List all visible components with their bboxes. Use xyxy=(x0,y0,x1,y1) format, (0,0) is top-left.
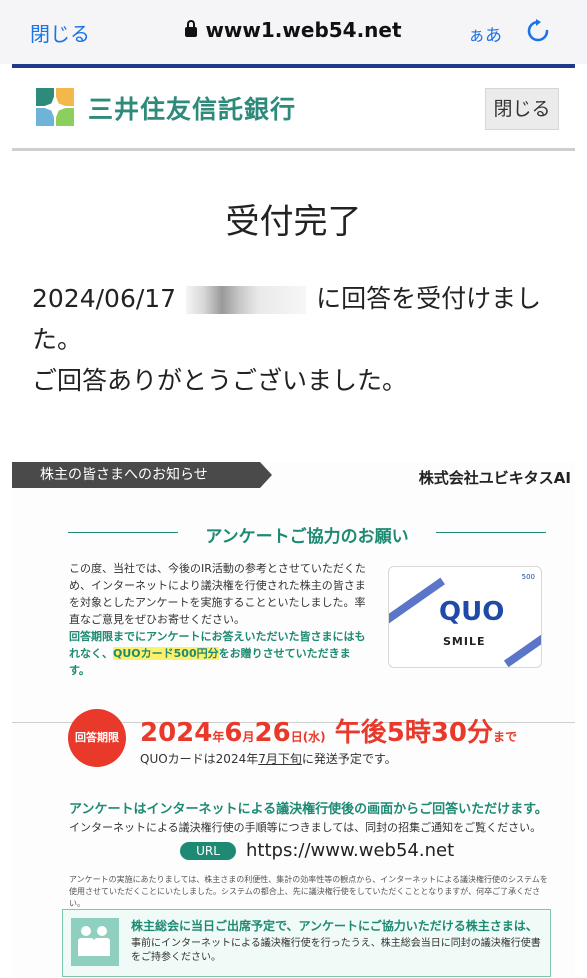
notice-body: この度、当社では、今後のIR活動の参考とさせていただくため、インターネットにより… xyxy=(69,560,369,679)
body-text: この度、当社では、今後のIR活動の参考とさせていただくため、インターネットにより… xyxy=(69,562,366,626)
deadline-month: 6 xyxy=(224,718,243,748)
divider xyxy=(12,148,575,151)
quo-corner-label: 500 xyxy=(521,573,535,581)
shipping-note: QUOカードは2024年7月下旬に発送予定です。 xyxy=(140,750,397,767)
month-suffix: 月 xyxy=(242,730,255,744)
thanks-text: ご回答ありがとうございました。 xyxy=(32,366,408,395)
reload-icon[interactable] xyxy=(525,18,551,44)
redacted-area xyxy=(186,286,307,314)
day-suffix: 日(水) xyxy=(290,730,326,744)
quo-smile-text: SMILE xyxy=(443,635,486,648)
quo-logo: QUO xyxy=(439,597,505,627)
ship-text-2: に発送予定です。 xyxy=(301,752,397,766)
ribbon-icon xyxy=(389,577,445,625)
bank-name: 三井住友信託銀行 xyxy=(88,95,297,124)
deadline-badge: 回答期限 xyxy=(68,709,126,767)
quo-highlight: QUOカード500円分 xyxy=(113,647,219,660)
internet-title: アンケートはインターネットによる議決権行使後の画面からご回答いただけます。 xyxy=(69,802,548,817)
close-button[interactable]: 閉じる xyxy=(485,88,559,130)
bank-header: 三井住友信託銀行 閉じる xyxy=(12,68,575,148)
message-date: 2024/06/17 xyxy=(32,284,177,313)
ship-month: 7月下旬 xyxy=(258,752,302,766)
people-icon xyxy=(71,918,119,966)
url-row: URL https://www.web54.net xyxy=(180,840,454,861)
url-badge: URL xyxy=(180,841,236,860)
text-size-button[interactable]: ぁあ xyxy=(468,21,502,46)
lock-icon xyxy=(185,20,198,37)
internet-sub: インターネットによる議決権行使の手順等につきましては、同封の招集ご通知をご覧くだ… xyxy=(69,821,542,834)
notice-tag: 株主の皆さまへのお知らせ xyxy=(12,462,272,488)
deadline-day: 26 xyxy=(254,718,291,748)
ship-text: QUOカードは2024年 xyxy=(140,752,259,766)
deadline-date: 2024年6月26日(水) 午後5時30分まで xyxy=(140,712,517,749)
completion-message: 2024/06/17 に回答を受付けました。 ご回答ありがとうございました。 xyxy=(32,278,552,401)
fine-print: アンケートの実施にあたりましては、株主さまの利便性、集計の効率性等の観点から、イ… xyxy=(69,875,548,908)
page-title: 受付完了 xyxy=(225,202,362,242)
ribbon-icon xyxy=(503,614,541,667)
attendance-box: 株主総会に当日ご出席予定で、アンケートにご協力いただける株主さまは、 事前にイン… xyxy=(62,909,551,977)
browser-toolbar: 閉じる www1.web54.net ぁあ xyxy=(0,0,587,64)
survey-url: https://www.web54.net xyxy=(246,840,455,861)
year-suffix: 年 xyxy=(212,730,225,744)
deadline-year: 2024 xyxy=(140,718,213,748)
survey-notice: 株主の皆さまへのお知らせ 株式会社ユビキタスAI アンケートご協力のお願い この… xyxy=(12,462,575,978)
box-body: 事前にインターネットによる議決権行使を行ったうえ、株主総会当日に同封の議決権行使… xyxy=(131,938,541,963)
bank-logo-icon xyxy=(36,88,74,126)
deadline-time: 午後5時30分 xyxy=(334,718,494,748)
until-suffix: まで xyxy=(493,730,518,744)
notice-heading: アンケートご協力のお願い xyxy=(68,522,546,547)
address-text: www1.web54.net xyxy=(205,18,402,42)
quo-card-image: 500 QUO SMILE xyxy=(388,566,542,668)
company-name: 株式会社ユビキタスAI xyxy=(418,469,571,487)
box-title: 株主総会に当日ご出席予定で、アンケートにご協力いただける株主さまは、 xyxy=(131,919,538,933)
